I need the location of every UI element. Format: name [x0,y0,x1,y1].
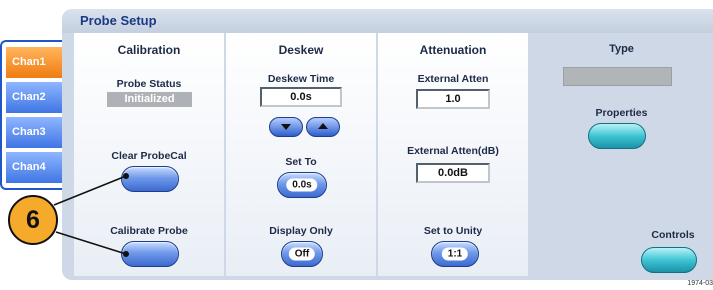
callout-leader-lines [53,173,129,257]
leader-line-calibrate [55,231,127,255]
leader-dot-clear [123,173,129,179]
figure-number: 1974-03 [687,280,713,287]
leader-dot-calibrate [123,251,129,257]
callout-badge: 6 [8,195,58,245]
leader-line-clear [53,175,127,206]
